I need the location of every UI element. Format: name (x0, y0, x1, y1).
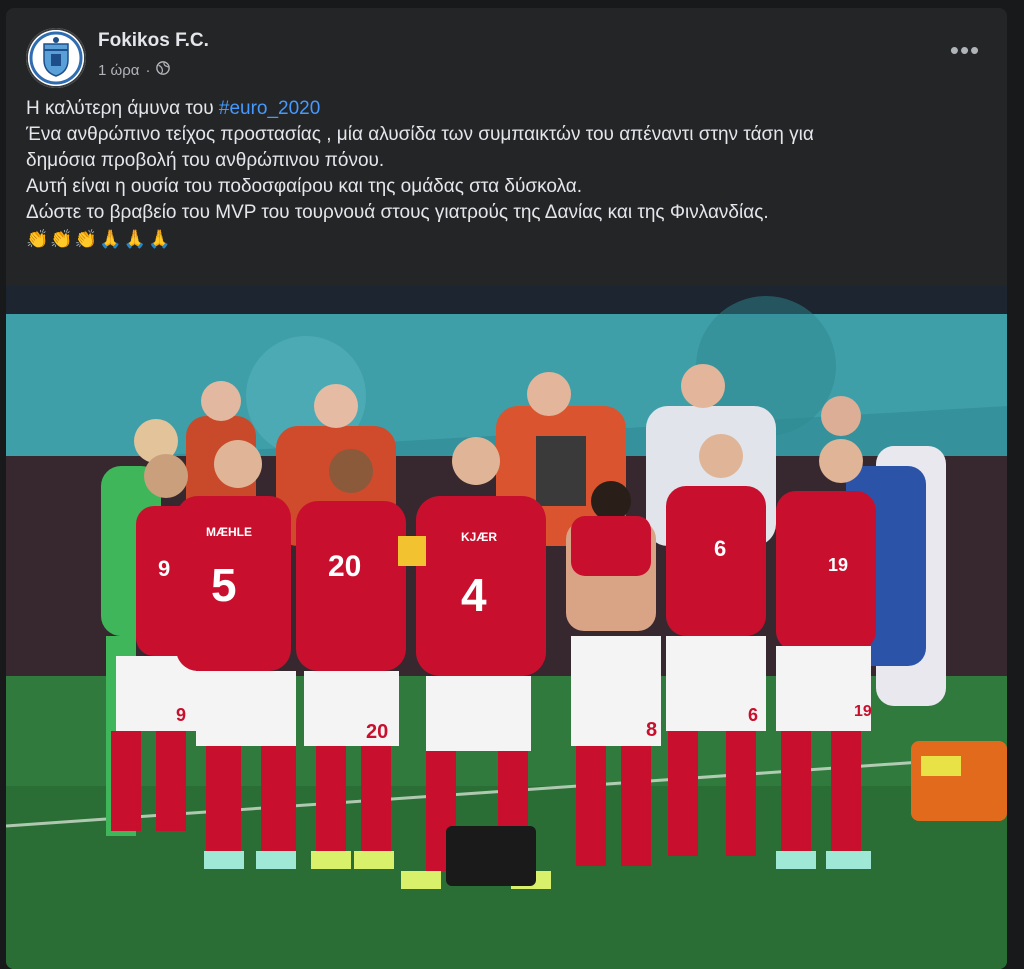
jersey-number: 19 (828, 555, 848, 575)
shorts-number: 20 (366, 721, 388, 743)
jersey-name: KJÆR (461, 530, 497, 544)
post-text: Η καλύτερη άμυνα του #euro_2020 Ένα ανθρ… (26, 96, 991, 252)
post-photo[interactable]: MÆHLE 5 20 20 KJÆR 4 8 6 6 19 19 9 9 (6, 286, 1007, 969)
post-text-line: Η καλύτερη άμυνα του #euro_2020 (26, 96, 991, 122)
post-text-line: Ένα ανθρώπινο τείχος προστασίας , μία αλ… (26, 124, 814, 145)
post-time[interactable]: 1 ώρα (98, 62, 139, 79)
post-card: Fokikos F.C. 1 ώρα · ••• Η καλύτερη άμυν… (6, 8, 1007, 969)
post-header: Fokikos F.C. 1 ώρα · ••• (6, 8, 1007, 88)
jersey-number: 4 (461, 569, 487, 621)
shorts-number: 19 (854, 703, 872, 720)
shorts-number: 9 (176, 705, 186, 725)
jersey-number: 9 (158, 556, 170, 581)
club-crest-logo (28, 30, 84, 86)
globe-icon (156, 61, 171, 79)
page-avatar[interactable] (26, 28, 86, 88)
post-text-line: δημόσια προβολή του ανθρώπινου πόνου. (26, 150, 385, 171)
jersey-number: 5 (211, 559, 237, 611)
post-meta: 1 ώρα · (98, 61, 171, 79)
shorts-number: 8 (646, 719, 657, 741)
more-options-icon[interactable]: ••• (945, 36, 985, 64)
team-photo: MÆHLE 5 20 20 KJÆR 4 8 6 6 19 19 9 9 (6, 286, 1007, 969)
text-line1-prefix: Η καλύτερη άμυνα του (26, 98, 219, 119)
jersey-name: MÆHLE (206, 525, 252, 539)
emoji-line: 👏👏👏🙏🙏🙏 (26, 229, 173, 249)
jersey-number: 20 (328, 550, 361, 583)
jersey-number: 6 (714, 536, 726, 561)
hashtag-link[interactable]: #euro_2020 (219, 98, 320, 119)
shorts-number: 6 (748, 705, 758, 725)
page-name[interactable]: Fokikos F.C. (98, 30, 209, 52)
meta-separator: · (145, 61, 151, 79)
post-text-line: Αυτή είναι η ουσία του ποδοσφαίρου και τ… (26, 176, 583, 197)
post-text-line: Δώστε το βραβείο του MVP του τουρνουά στ… (26, 202, 769, 223)
